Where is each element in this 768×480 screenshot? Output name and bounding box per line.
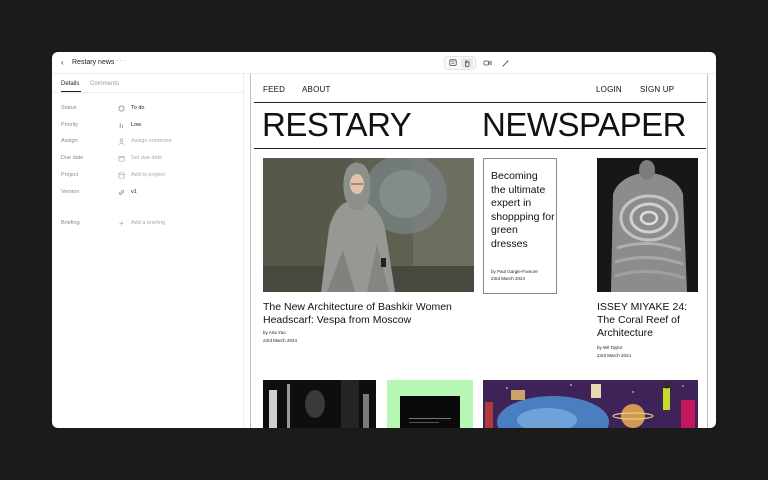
tab-comments[interactable]: Comments — [90, 80, 119, 88]
magic-button[interactable] — [498, 58, 512, 68]
assign-value[interactable]: Assign someone — [131, 137, 172, 145]
calendar-icon — [118, 155, 125, 161]
project-value[interactable]: Add to project — [131, 171, 165, 179]
magic-icon — [501, 59, 509, 67]
priority-label: Priority — [61, 122, 79, 128]
video-icon — [483, 60, 491, 66]
status-label: Status — [61, 105, 77, 111]
article-image-collage[interactable] — [483, 380, 698, 428]
issey-miyake-photo — [597, 158, 698, 292]
active-tab-indicator — [61, 91, 81, 92]
headscarf-photo — [263, 158, 474, 292]
priority-value[interactable]: Low — [131, 121, 141, 129]
priority-icon — [119, 122, 123, 128]
assign-label: Assign — [61, 138, 78, 144]
article-headline[interactable]: Becoming the ultimate expert in shopppin… — [491, 170, 555, 251]
article-date: 23rd March 2024 — [597, 353, 632, 358]
user-icon — [118, 138, 125, 145]
article-author: by Paul Gargle-Fomore — [491, 269, 538, 274]
due-date-value[interactable]: Set due date — [131, 154, 162, 162]
status-value[interactable]: To do — [131, 104, 144, 112]
masthead-divider — [254, 148, 706, 149]
folder-icon — [118, 172, 125, 178]
hand-mode-button[interactable] — [461, 58, 473, 68]
mode-switcher — [444, 56, 476, 70]
hand-icon — [465, 60, 470, 67]
sidebar-tabs: Details Comments — [52, 74, 244, 93]
nav-signup-link[interactable]: SIGN UP — [640, 85, 674, 95]
article-card-green-dresses[interactable]: Becoming the ultimate expert in shopppin… — [483, 158, 557, 294]
comment-icon — [449, 59, 457, 66]
window-title: Restary news — [72, 59, 115, 66]
comment-mode-button[interactable] — [447, 58, 459, 68]
app-window: ‹ Restary news ··· Details Comments Stat… — [52, 52, 716, 428]
link-icon — [118, 189, 125, 195]
record-video-button[interactable] — [480, 58, 494, 68]
masthead-restary: RESTARY — [262, 106, 412, 143]
article-image-bw[interactable] — [263, 380, 376, 428]
green-card-photo — [387, 380, 473, 428]
nav-login-link[interactable]: LOGIN — [596, 85, 622, 95]
space-collage-photo — [483, 380, 698, 428]
article-author: by Aria Yao — [263, 330, 286, 335]
back-button[interactable]: ‹ — [61, 58, 64, 68]
view-toolbar — [444, 56, 512, 70]
version-label: Version — [61, 189, 80, 195]
briefing-label: Briefing — [61, 220, 80, 226]
article-image-headscarf[interactable] — [263, 158, 474, 292]
details-sidebar: Details Comments Status To do Priority L… — [52, 74, 244, 428]
article-image-issey-miyake[interactable] — [597, 158, 698, 292]
bw-photo — [263, 380, 376, 428]
briefing-value[interactable]: Add a briefing — [131, 219, 165, 227]
article-headline[interactable]: ISSEY MIYAKE 24: The Coral Reef of Archi… — [597, 301, 703, 340]
article-date: 23rd March 2024 — [491, 276, 526, 281]
more-options-button[interactable]: ··· — [116, 56, 127, 66]
tab-details[interactable]: Details — [61, 80, 79, 88]
article-headline[interactable]: The New Architecture of Bashkir Women He… — [263, 301, 483, 327]
nav-feed-link[interactable]: FEED — [263, 85, 285, 95]
masthead-newspaper: NEWSPAPER — [482, 106, 686, 143]
window-titlebar: ‹ Restary news ··· — [52, 52, 716, 74]
version-value[interactable]: v1 — [131, 188, 137, 196]
project-label: Project — [61, 172, 79, 178]
circle-icon — [118, 105, 125, 111]
article-author: by Wil Taylor — [597, 345, 623, 350]
plus-icon — [119, 220, 124, 226]
due-date-label: Due date — [61, 155, 84, 161]
article-image-green[interactable] — [387, 380, 473, 428]
website-preview: FEED ABOUT LOGIN SIGN UP RESTARY NEWSPAP… — [250, 74, 708, 428]
nav-about-link[interactable]: ABOUT — [302, 85, 331, 95]
header-divider — [254, 102, 706, 103]
article-date: 23rd March 2024 — [263, 338, 298, 343]
